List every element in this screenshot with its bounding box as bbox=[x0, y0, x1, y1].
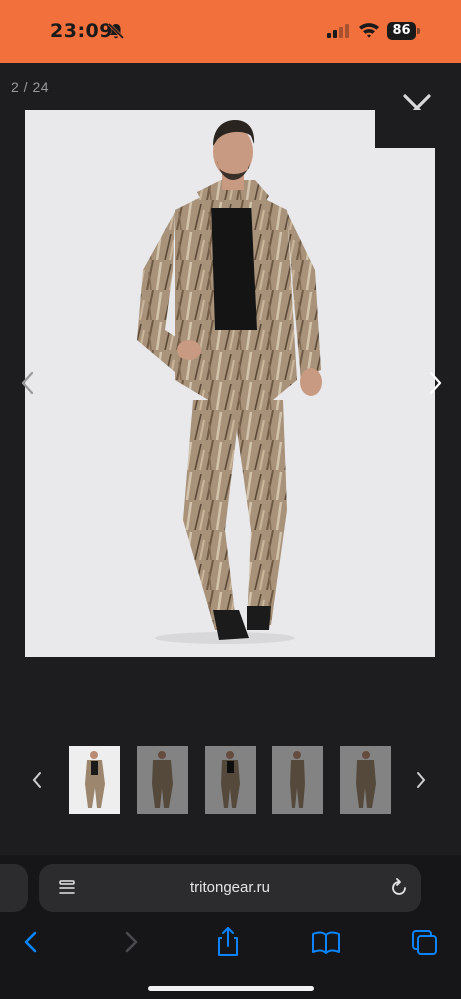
thumbnail-figure bbox=[69, 746, 120, 814]
thumbnail-prev-icon[interactable] bbox=[30, 770, 44, 790]
image-counter: 2 / 24 bbox=[11, 79, 50, 95]
image-gallery: 2 / 24 bbox=[0, 63, 461, 855]
thumbnail-figure bbox=[340, 746, 391, 814]
bookmarks-icon[interactable] bbox=[309, 925, 343, 959]
thumbnail-5[interactable] bbox=[340, 746, 391, 814]
address-bar[interactable]: tritongear.ru bbox=[39, 864, 421, 912]
browser-bottom-bar: tritongear.ru bbox=[0, 855, 461, 999]
status-time: 23:09 bbox=[50, 20, 113, 42]
browser-toolbar bbox=[0, 921, 461, 965]
previous-tab-stub[interactable] bbox=[0, 864, 28, 912]
thumbnail-figure bbox=[205, 746, 256, 814]
thumbnail-4[interactable] bbox=[272, 746, 323, 814]
chevron-right-icon[interactable] bbox=[425, 369, 445, 397]
product-photo-camo-suit bbox=[25, 110, 435, 657]
forward-icon[interactable] bbox=[114, 925, 148, 959]
back-icon[interactable] bbox=[14, 925, 48, 959]
url-text: tritongear.ru bbox=[189, 879, 271, 896]
battery-tip bbox=[417, 28, 420, 34]
tabs-icon[interactable] bbox=[407, 925, 441, 959]
thumbnail-3[interactable] bbox=[205, 746, 256, 814]
share-icon[interactable] bbox=[211, 925, 245, 959]
reload-icon[interactable] bbox=[388, 877, 410, 899]
photo-corner-notch bbox=[375, 110, 435, 148]
thumbnail-1[interactable] bbox=[69, 746, 120, 814]
thumbnail-figure bbox=[137, 746, 188, 814]
bell-slash-icon bbox=[107, 22, 125, 40]
home-indicator bbox=[148, 986, 314, 991]
status-bar: 23:09 86 bbox=[0, 0, 461, 63]
thumbnail-figure bbox=[272, 746, 323, 814]
main-product-image[interactable] bbox=[25, 110, 435, 657]
thumbnail-2[interactable] bbox=[137, 746, 188, 814]
chevron-left-icon[interactable] bbox=[18, 369, 38, 397]
battery-icon: 86 bbox=[387, 22, 420, 40]
thumbnail-strip bbox=[0, 746, 461, 814]
battery-level: 86 bbox=[387, 22, 416, 40]
thumbnail-next-icon[interactable] bbox=[414, 770, 428, 790]
signal-icon bbox=[327, 24, 349, 38]
wifi-icon bbox=[359, 23, 379, 38]
